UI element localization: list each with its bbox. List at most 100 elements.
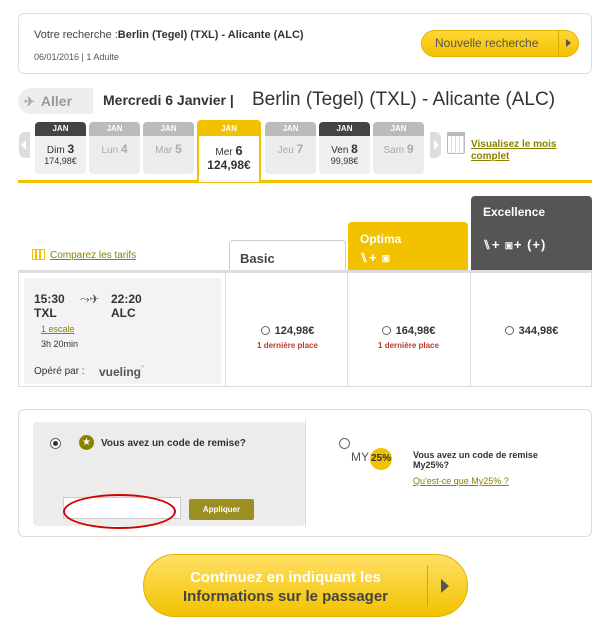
column-divider (225, 273, 226, 387)
fare-basic-option[interactable]: 124,98€ (229, 325, 346, 337)
date-tile-day: Ven 8 (319, 143, 370, 156)
flexibility-icon: (+) (527, 237, 547, 252)
fare-excellence: 344,98€ (473, 325, 590, 337)
discount-code-radio[interactable] (50, 438, 61, 449)
apply-code-button[interactable]: Appliquer (189, 499, 254, 520)
date-tile[interactable]: JAN Dim 3 174,98€ (35, 122, 86, 174)
arrival-time: 22:20 (111, 292, 142, 306)
calendar-icon[interactable] (447, 132, 465, 154)
search-summary: Votre recherche :Berlin (Tegel) (TXL) - … (18, 13, 592, 74)
seat-icon: ⑊ (360, 250, 369, 265)
carrier-logo: vueling° (99, 364, 144, 379)
fares-table: 15:30 ⤳✈ 22:20 TXL ALC 1 escale 3h 20min… (18, 270, 592, 387)
direction-date-text: Mercredi 6 Janvier (103, 92, 226, 108)
new-search-button[interactable]: Nouvelle recherche (421, 30, 579, 57)
fare-column-basic: Basic (229, 240, 346, 271)
my25-radio[interactable] (339, 438, 350, 449)
discount-code-panel: ★ Vous avez un code de remise? Appliquer (33, 422, 305, 529)
plane-icon: ✈ (24, 94, 35, 109)
compare-fares-label: Comparez les tarifs (50, 250, 137, 261)
carousel-prev-button[interactable] (19, 132, 30, 158)
date-tile-number: 9 (406, 142, 414, 156)
date-tile-price: 174,98€ (44, 156, 77, 166)
search-route: Berlin (Tegel) (TXL) - Alicante (ALC) (117, 29, 304, 41)
direction-separator: | (229, 92, 234, 108)
date-tile-month: JAN (265, 122, 316, 136)
compare-fares-link[interactable]: Comparez les tarifs (32, 249, 136, 261)
column-divider (470, 273, 471, 387)
date-tile-day: Mer 6 (199, 143, 259, 158)
date-tile-price: 124,98€ (207, 158, 251, 172)
date-tile[interactable]: JAN Lun 4 (89, 122, 140, 174)
date-tile-day: Sam 9 (373, 142, 424, 156)
fare-excellence-option[interactable]: 344,98€ (473, 325, 590, 337)
date-tile[interactable]: JAN Ven 8 99,98€ (319, 122, 370, 174)
carousel-next-button[interactable] (430, 132, 441, 158)
section-divider (305, 420, 306, 528)
carrier-name: vueling (99, 365, 142, 379)
my25-question: Vous avez un code de remise My25%? (413, 450, 538, 470)
discount-section: ★ Vous avez un code de remise? Appliquer… (18, 409, 592, 537)
departure-time: 15:30 (34, 292, 65, 306)
date-tile-price: 99,98€ (330, 156, 359, 166)
my25-logo-text: MY (351, 450, 369, 464)
date-tile-month: JAN (89, 122, 140, 136)
fare-excellence-price: 344,98€ (518, 325, 559, 337)
radio-button[interactable] (260, 326, 270, 335)
radio-selected-dot (53, 441, 58, 446)
continue-label-line2: Informations sur le passager (182, 588, 389, 605)
continue-button[interactable]: Continuez en indiquant les Informations … (143, 554, 468, 617)
operated-by-label: Opéré par : (34, 366, 85, 377)
flight-path-icon: ⤳✈ (80, 292, 100, 306)
fare-optima: 164,98€ 1 dernière place (350, 325, 467, 350)
fare-basic-price: 124,98€ (274, 325, 315, 337)
carrier-logo-mark: ° (141, 364, 145, 373)
date-tile-weekday: Mer (215, 147, 233, 158)
search-label: Votre recherche : (34, 29, 118, 41)
date-tile[interactable]: JAN Sam 9 (373, 122, 424, 174)
radio-button[interactable] (381, 326, 391, 335)
date-tile-weekday: Jeu (277, 145, 294, 156)
my25-info-link[interactable]: Qu'est-ce que My25% ? (413, 476, 509, 486)
bar-chart-icon (32, 249, 45, 260)
date-tile-weekday: Sam (383, 145, 405, 156)
fare-optima-option[interactable]: 164,98€ (350, 325, 467, 337)
excellence-features: ⑊+ ▣+ (+) (483, 237, 592, 252)
date-tile-number: 4 (120, 142, 128, 156)
luggage-icon: ▣ (505, 237, 514, 252)
continue-label-line1: Continuez en indiquant les (190, 569, 381, 586)
date-tile-month: JAN (319, 122, 370, 136)
stops-link[interactable]: 1 escale (41, 324, 75, 334)
plus-icon: + (491, 237, 501, 252)
date-tile[interactable]: JAN Mar 5 (143, 122, 194, 174)
month-view-link[interactable]: Visualisez le mois complet (471, 139, 571, 163)
plus-icon: + (368, 250, 378, 265)
seat-icon: ⑊ (483, 237, 492, 252)
date-tile-number: 5 (175, 142, 182, 156)
excellence-title: Excellence (483, 205, 546, 219)
date-tile-day: Dim 3 (35, 143, 86, 156)
date-tile-day: Jeu 7 (265, 143, 316, 156)
fare-basic: 124,98€ 1 dernière place (229, 325, 346, 350)
fare-column-optima: Optima ⑊+ ▣ (348, 222, 468, 271)
date-tile[interactable]: JAN Mer 6 124,98€ (197, 120, 261, 182)
direction-route: Berlin (Tegel) (TXL) - Alicante (ALC) (252, 89, 556, 110)
fare-basic-availability: 1 dernière place (257, 341, 318, 350)
direction-label: ✈ Aller (18, 88, 93, 114)
my25-logo: MY 25% (351, 448, 392, 470)
date-tile-month: JAN (373, 122, 424, 136)
date-tile-number: 6 (235, 143, 243, 158)
search-details: 06/01/2016 | 1 Adulte (34, 52, 119, 62)
date-tile[interactable]: JAN Jeu 7 (265, 122, 316, 174)
new-search-label: Nouvelle recherche (435, 36, 539, 50)
carousel-underline (18, 180, 592, 183)
flight-duration: 3h 20min (41, 339, 79, 349)
highlight-annotation (63, 494, 176, 529)
fare-optima-availability: 1 dernière place (378, 341, 439, 350)
plus-icon: + (513, 237, 523, 252)
optima-features: ⑊+ ▣ (360, 250, 468, 265)
date-tile-month: JAN (35, 122, 86, 136)
luggage-icon: ▣ (382, 250, 391, 265)
date-tile-day: Mar 5 (143, 142, 194, 156)
radio-button[interactable] (504, 326, 514, 335)
